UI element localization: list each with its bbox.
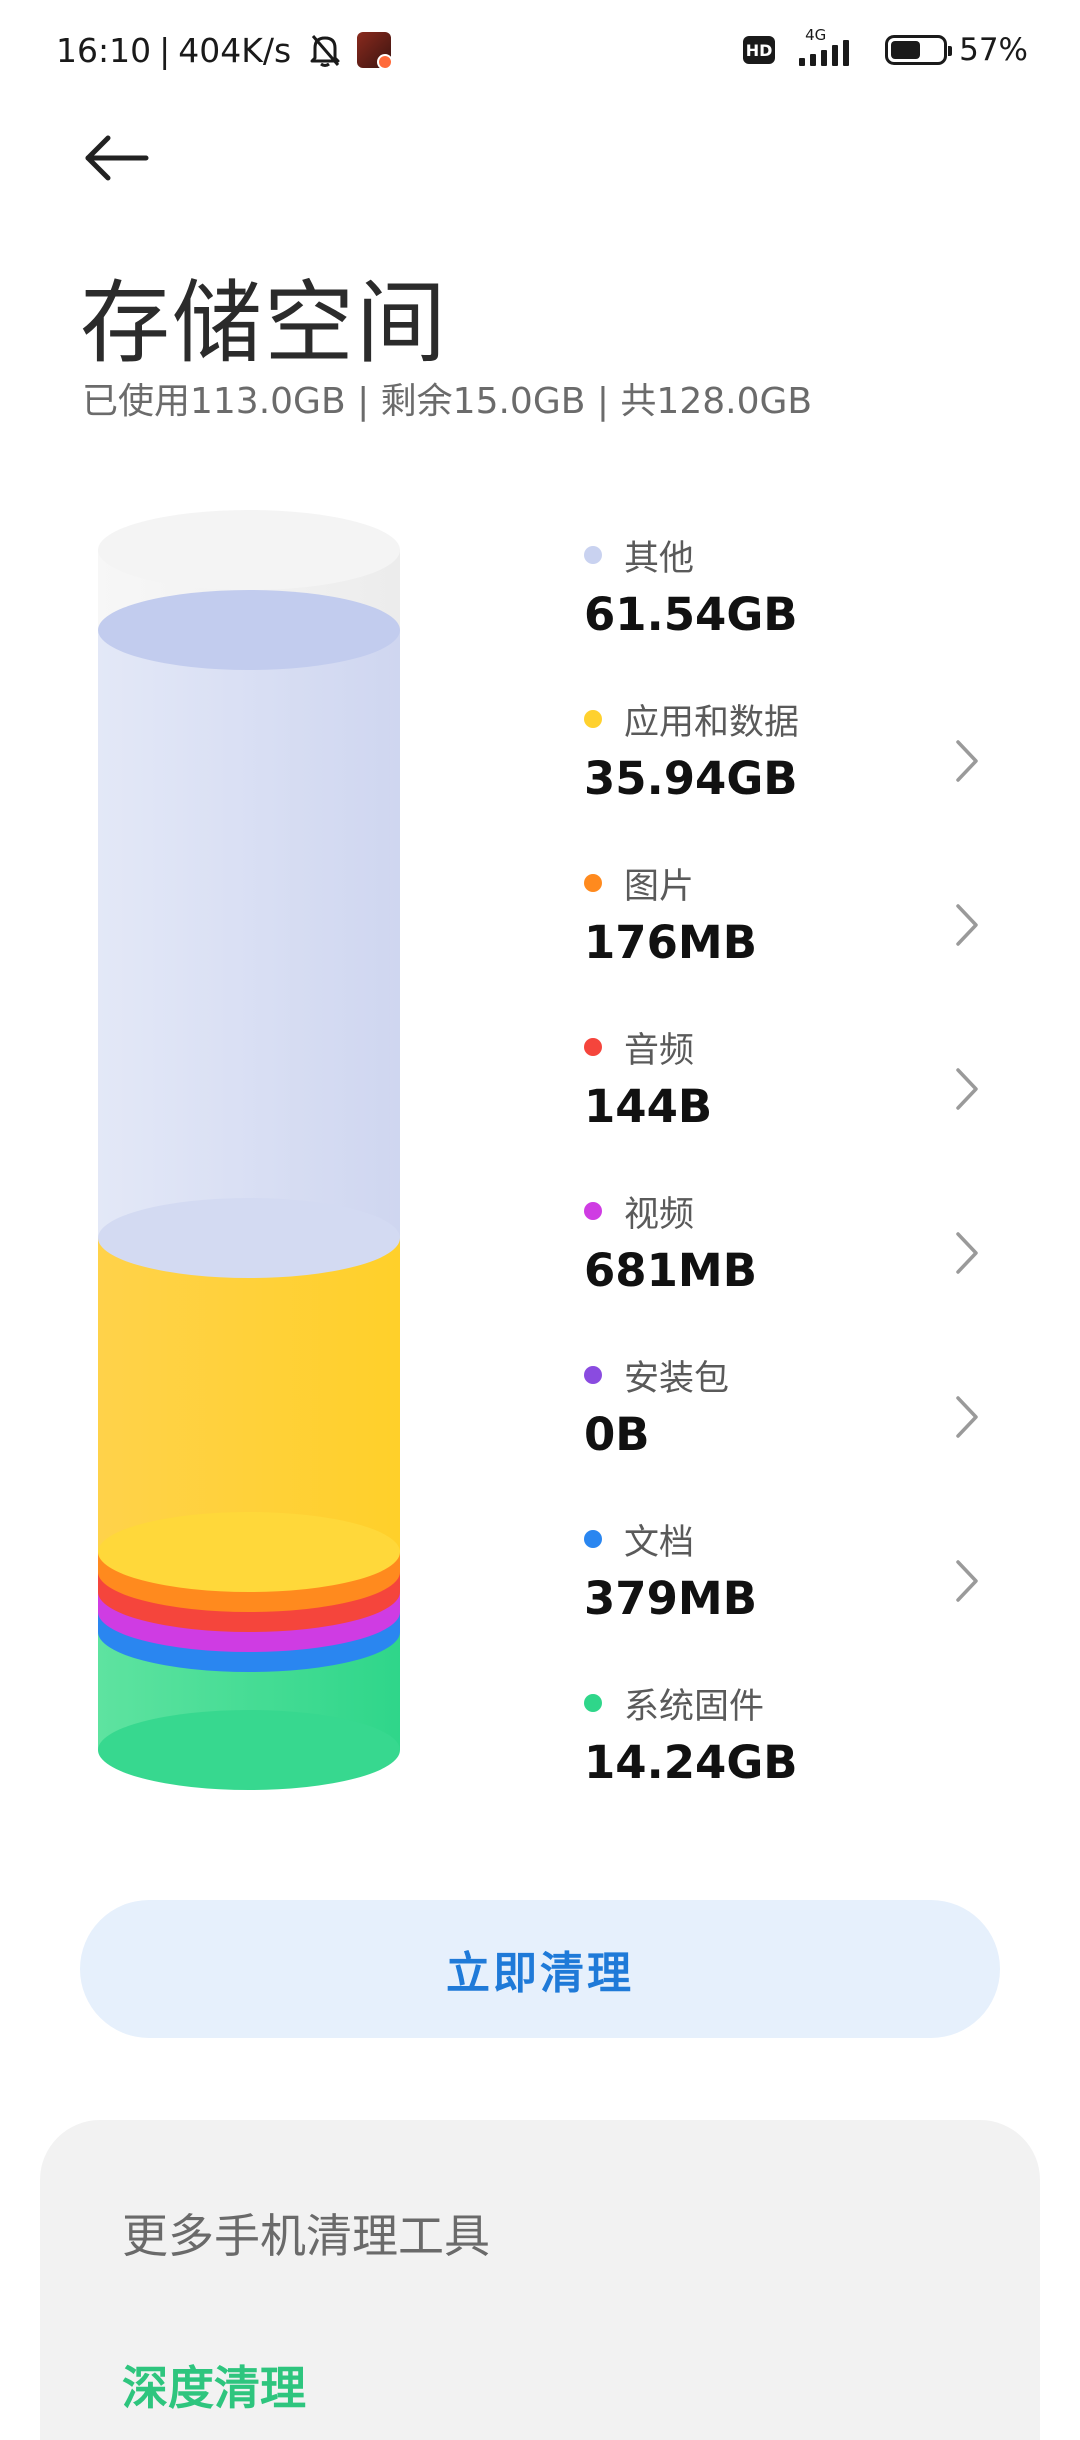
category-color-dot [584,710,602,728]
chevron-right-icon[interactable] [952,900,982,950]
more-tools-panel: 更多手机清理工具 深度清理 [40,2120,1040,2440]
clock: 16:10 [56,30,152,70]
category-color-dot [584,1202,602,1220]
category-label: 视频 [624,1195,695,1235]
segment-system-firmware-bottom [98,1710,400,1790]
category-size: 35.94GB [584,752,798,805]
category-label: 系统固件 [624,1687,765,1727]
segment-other-bottom [98,1198,400,1278]
bell-off-icon [310,35,340,67]
category-label: 文档 [624,1523,695,1563]
status-bar: 16:10 | 404K/s HD 4G 57% [0,0,1080,110]
more-tools-title: 更多手机清理工具 [122,2209,490,2263]
status-left: 16:10 | 404K/s [56,30,394,70]
category-size: 14.24GB [584,1736,798,1789]
category-color-dot [584,874,602,892]
page-title: 存储空间 [80,271,448,376]
category-color-dot [584,1694,602,1712]
category-color-dot [584,1038,602,1056]
category-label: 音频 [624,1031,695,1071]
back-arrow-icon[interactable] [80,128,156,188]
category-size: 681MB [584,1244,758,1297]
chevron-right-icon[interactable] [952,1064,982,1114]
battery-level [891,41,920,59]
storage-category-item[interactable]: 视频 681MB [582,1186,1002,1326]
category-size: 379MB [584,1572,758,1625]
segment-other [98,630,400,1238]
segment-other-top [98,590,400,670]
deep-clean-link[interactable]: 深度清理 [122,2352,306,2418]
category-size: 0B [584,1408,650,1461]
chevron-right-icon[interactable] [952,1556,982,1606]
storage-category-item[interactable]: 文档 379MB [582,1514,1002,1654]
cylinder-top-cap [98,510,400,590]
storage-category-item[interactable]: 安装包 0B [582,1350,1002,1490]
storage-category-item[interactable]: 图片 176MB [582,858,1002,998]
chevron-right-icon[interactable] [952,736,982,786]
category-color-dot [584,546,602,564]
storage-category-item: 系统固件 14.24GB [582,1678,1002,1818]
category-color-dot [584,1366,602,1384]
category-label: 图片 [624,867,695,907]
hd-icon: HD [743,36,776,64]
storage-category-item[interactable]: 应用和数据 35.94GB [582,694,1002,834]
storage-cylinder-chart [98,510,400,1790]
status-right: HD 4G 57% [743,26,1028,70]
category-label: 应用和数据 [624,703,800,743]
storage-category-item[interactable]: 音频 144B [582,1022,1002,1162]
category-size: 61.54GB [584,588,798,641]
category-size: 144B [584,1080,713,1133]
chevron-right-icon[interactable] [952,1392,982,1442]
app-notification-icon [357,32,394,70]
storage-category-item: 其他 61.54GB [582,530,1002,670]
category-color-dot [584,1530,602,1548]
chevron-right-icon[interactable] [952,1228,982,1278]
segment-apps-data-bottom [98,1512,400,1592]
status-separator: | [159,30,171,70]
category-label: 安装包 [624,1359,730,1399]
category-size: 176MB [584,916,758,969]
category-label: 其他 [624,539,695,579]
signal-icon: 4G [799,26,869,70]
clean-now-button[interactable]: 立即清理 [80,1900,1000,2038]
battery-percent: 57% [959,32,1028,68]
battery-icon [885,35,953,65]
usage-summary: 已使用113.0GB | 剩余15.0GB | 共128.0GB [82,381,813,422]
segment-apps-data [98,1238,400,1552]
net-speed: 404K/s [178,30,292,70]
